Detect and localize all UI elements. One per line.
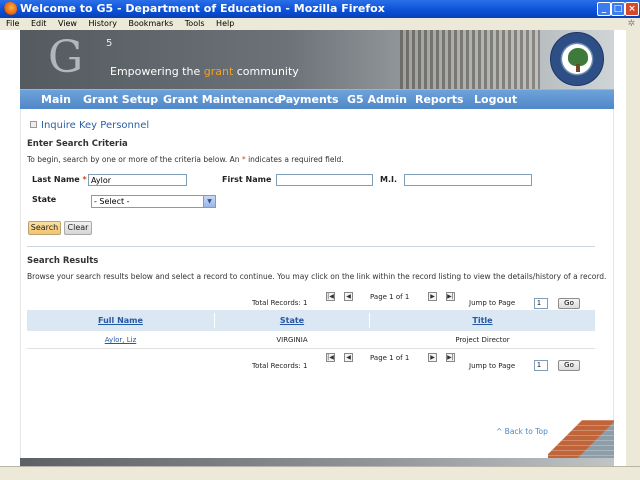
full-name-link[interactable]: Aylor, Liz (27, 336, 214, 344)
nav-reports[interactable]: Reports (415, 90, 464, 110)
results-heading: Search Results (27, 256, 99, 266)
site-header: G 5 Empowering the grant community (20, 30, 614, 89)
menu-edit[interactable]: Edit (31, 19, 47, 28)
jump-label-top: Jump to Page (469, 299, 516, 307)
next-page-icon[interactable]: ▶ (428, 292, 437, 301)
results-table-header: Full Name State Title (27, 310, 595, 331)
row-title: Project Director (455, 336, 510, 344)
back-to-top-link[interactable]: ^ Back to Top (496, 427, 548, 436)
last-name-input[interactable] (88, 174, 187, 186)
total-records-top: Total Records: 1 (252, 299, 308, 307)
throbber-icon: ✲ (627, 19, 635, 29)
window-title: Welcome to G5 - Department of Education … (20, 2, 385, 15)
page-info-top: Page 1 of 1 (370, 293, 410, 301)
nav-grant-maintenance[interactable]: Grant Maintenance (163, 90, 282, 110)
nav-grant-setup[interactable]: Grant Setup (83, 90, 158, 110)
jump-label-bottom: Jump to Page (469, 362, 516, 370)
page-info-bottom: Page 1 of 1 (370, 354, 410, 362)
go-button-top[interactable]: Go (558, 298, 580, 309)
last-page-icon[interactable]: ▶| (446, 353, 455, 362)
maximize-button[interactable]: □ (611, 2, 625, 16)
prev-page-icon[interactable]: ◀ (344, 353, 353, 362)
firefox-icon (3, 2, 17, 16)
column-full-name[interactable]: Full Name (27, 310, 214, 331)
menu-view[interactable]: View (58, 19, 77, 28)
criteria-help: To begin, search by one or more of the c… (27, 155, 344, 164)
menu-tools[interactable]: Tools (185, 19, 205, 28)
column-state[interactable]: State (215, 310, 369, 331)
menu-bookmarks[interactable]: Bookmarks (129, 19, 174, 28)
g5-logo: G (48, 32, 84, 83)
first-page-icon[interactable]: |◀ (326, 353, 335, 362)
mi-label: M.I. (380, 175, 398, 184)
chevron-down-icon[interactable]: ▼ (203, 196, 215, 207)
state-label: State (32, 195, 57, 204)
site-footer (20, 458, 614, 466)
close-button[interactable]: × (625, 2, 639, 16)
state-select[interactable]: - Select - ▼ (91, 195, 216, 208)
main-nav: Main Grant Setup Grant Maintenance Payme… (20, 89, 614, 109)
search-button[interactable]: Search (28, 221, 61, 235)
menu-bar: File Edit View History Bookmarks Tools H… (0, 18, 640, 30)
menu-file[interactable]: File (6, 19, 19, 28)
minimize-button[interactable]: _ (597, 2, 611, 16)
nav-payments[interactable]: Payments (278, 90, 339, 110)
total-records-bottom: Total Records: 1 (252, 362, 308, 370)
section-divider (27, 246, 595, 247)
jump-page-input-bottom[interactable] (534, 360, 548, 371)
first-name-label: First Name (222, 175, 272, 184)
page-title-icon (30, 121, 37, 128)
status-bar (0, 466, 640, 480)
bookshelf-decoration (400, 30, 540, 89)
row-divider (27, 348, 595, 349)
tagline-accent: grant (203, 65, 234, 78)
nav-logout[interactable]: Logout (474, 90, 517, 110)
page-scrollbar[interactable] (626, 30, 640, 466)
state-select-value: - Select - (94, 197, 130, 206)
row-state: VIRGINIA (276, 336, 308, 344)
criteria-heading: Enter Search Criteria (27, 139, 128, 149)
menu-help[interactable]: Help (216, 19, 234, 28)
clear-button[interactable]: Clear (64, 221, 92, 235)
last-name-label: Last Name * (32, 175, 87, 184)
nav-g5-admin[interactable]: G5 Admin (347, 90, 407, 110)
page-title: Inquire Key Personnel (30, 120, 149, 131)
nav-main[interactable]: Main (41, 90, 71, 110)
mi-input[interactable] (404, 174, 532, 186)
column-title[interactable]: Title (370, 310, 595, 331)
tagline: Empowering the grant community (110, 65, 299, 78)
jump-page-input-top[interactable] (534, 298, 548, 309)
g5-logo-superscript: 5 (106, 38, 113, 49)
go-button-bottom[interactable]: Go (558, 360, 580, 371)
department-seal-icon (550, 32, 604, 86)
last-page-icon[interactable]: ▶| (446, 292, 455, 301)
menu-history[interactable]: History (89, 19, 117, 28)
window-titlebar: Welcome to G5 - Department of Education … (0, 0, 640, 18)
first-name-input[interactable] (276, 174, 373, 186)
prev-page-icon[interactable]: ◀ (344, 292, 353, 301)
first-page-icon[interactable]: |◀ (326, 292, 335, 301)
results-help: Browse your search results below and sel… (27, 272, 607, 281)
next-page-icon[interactable]: ▶ (428, 353, 437, 362)
